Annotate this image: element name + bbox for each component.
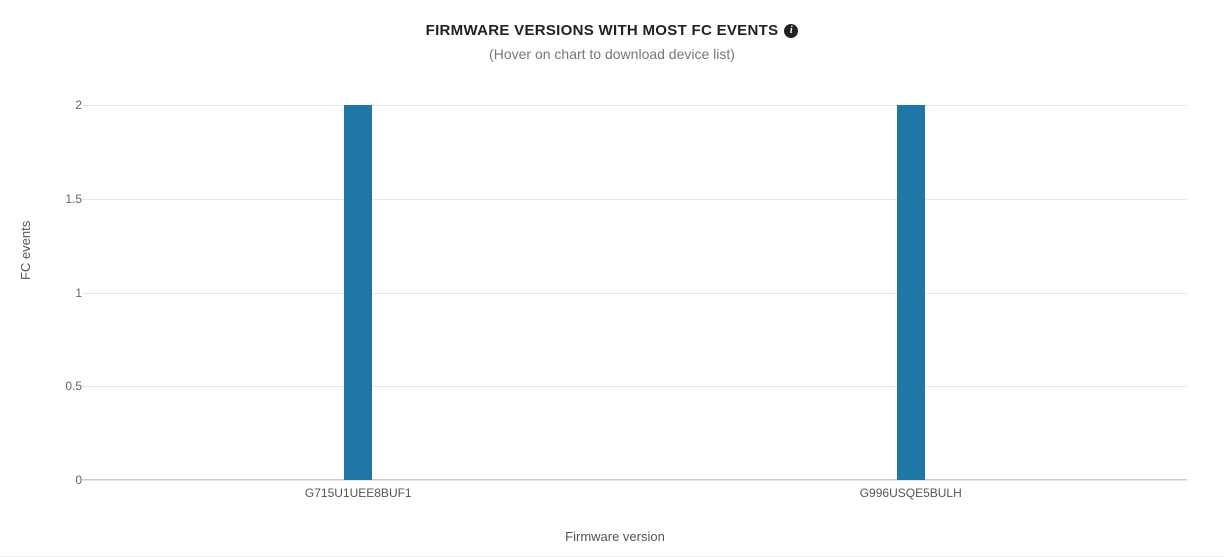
y-axis-label: FC events [18,221,33,280]
y-tick-label: 1.5 [52,192,82,206]
bar[interactable] [897,105,925,480]
chart-container: FC events Firmware version 00.511.52G715… [30,80,1200,550]
gridline [82,293,1187,294]
gridline [82,199,1187,200]
x-axis-line [82,479,1187,480]
bar[interactable] [344,105,372,480]
x-tick-label: G996USQE5BULH [860,486,962,500]
gridline [82,480,1187,481]
chart-subtitle: (Hover on chart to download device list) [0,46,1224,62]
info-icon[interactable]: i [784,24,798,38]
y-tick-label: 1 [52,286,82,300]
chart-title-text: FIRMWARE VERSIONS WITH MOST FC EVENTS [426,22,779,39]
gridline [82,105,1187,106]
y-tick-label: 2 [52,98,82,112]
x-axis-label: Firmware version [30,529,1200,544]
gridline [82,386,1187,387]
y-tick-label: 0 [52,473,82,487]
x-tick-label: G715U1UEE8BUF1 [305,486,412,500]
plot-area[interactable] [82,105,1187,480]
chart-title: FIRMWARE VERSIONS WITH MOST FC EVENTS i [426,22,799,39]
y-tick-label: 0.5 [52,379,82,393]
